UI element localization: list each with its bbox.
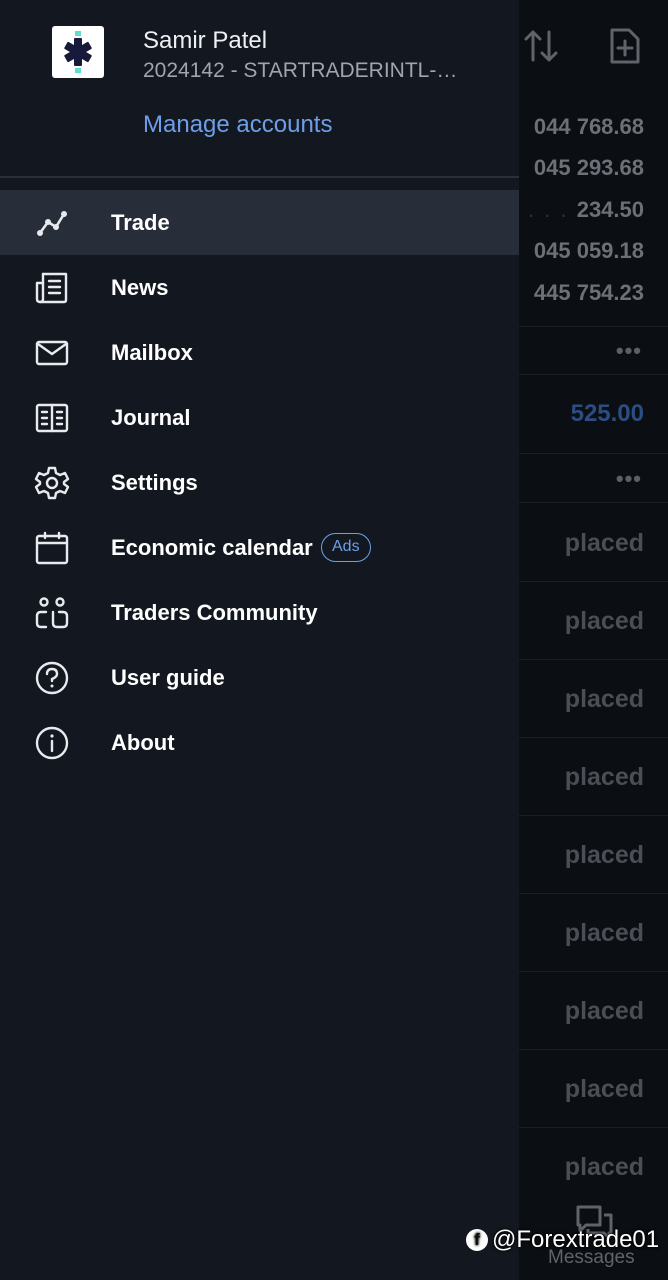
menu-item-user-guide[interactable]: User guide [0,645,519,710]
divider [519,374,668,375]
menu-item-about[interactable]: About [0,710,519,775]
watermark-text: @Forextrade01 [492,1226,660,1253]
menu-item-settings[interactable]: Settings [0,450,519,515]
divider [519,971,668,972]
menu-label-journal: Journal [111,404,191,430]
facebook-icon: f [466,1229,488,1251]
margin-value: . . . . 234.50 [512,197,644,223]
drawer-menu: Trade News Mailbox Journal Settings Econ… [0,190,519,775]
menu-label-news: News [111,274,169,300]
menu-label-economic-calendar: Economic calendar [111,534,313,560]
menu-label-trade: Trade [111,209,170,235]
order-status: placed [564,919,644,947]
divider [519,453,668,454]
order-status: placed [564,685,644,713]
more-icon[interactable]: ••• [616,338,642,364]
menu-label-user-guide: User guide [111,664,225,690]
manage-accounts-link[interactable]: Manage accounts [143,111,332,139]
menu-label-about: About [111,729,175,755]
sort-icon[interactable] [522,26,560,66]
order-status: placed [564,763,644,791]
order-status: placed [564,607,644,635]
menu-item-traders-community[interactable]: Traders Community [0,580,519,645]
divider [519,893,668,894]
chart-line-icon [34,205,70,241]
margin-level-value: 445 754.23 [533,280,644,305]
divider [519,581,668,582]
navigation-drawer: Samir Patel 2024142 - STARTRADERINTL-… M… [0,0,519,1280]
new-order-icon[interactable] [608,26,642,66]
order-status: placed [564,529,644,557]
community-icon [34,595,70,631]
menu-item-news[interactable]: News [0,255,519,320]
free-margin-value: 045 059.18 [533,238,644,263]
margin-amount: 234.50 [576,197,644,222]
news-icon [34,270,70,306]
order-status: placed [564,997,644,1025]
broker-logo [52,26,104,78]
leader-dots: . . . . [511,197,577,222]
divider [519,502,668,503]
more-icon[interactable]: ••• [616,466,642,492]
order-status: placed [564,1153,644,1181]
order-status: placed [564,1075,644,1103]
balance-value: 044 768.68 [533,114,644,139]
position-value: 525.00 [570,400,644,427]
menu-item-trade[interactable]: Trade [0,190,519,255]
divider [519,737,668,738]
account-id: 2024142 - STARTRADERINTL-… [143,59,458,82]
order-status: placed [564,841,644,869]
equity-value: 045 293.68 [533,155,644,180]
menu-item-journal[interactable]: Journal [0,385,519,450]
menu-label-mailbox: Mailbox [111,339,193,365]
menu-item-mailbox[interactable]: Mailbox [0,320,519,385]
help-icon [34,660,70,696]
drawer-divider [0,176,519,178]
menu-label-traders-community: Traders Community [111,599,318,625]
divider [519,326,668,327]
watermark: f @Forextrade01 [466,1226,659,1254]
gear-icon [34,465,70,501]
user-name: Samir Patel [143,27,268,54]
divider [519,815,668,816]
divider [519,659,668,660]
journal-icon [34,400,70,436]
drawer-header: Samir Patel 2024142 - STARTRADERINTL-… M… [0,0,519,177]
menu-item-economic-calendar[interactable]: Economic calendar Ads [0,515,519,580]
mail-icon [34,335,70,371]
divider [519,1127,668,1128]
menu-label-settings: Settings [111,469,198,495]
divider [519,1049,668,1050]
info-icon [34,725,70,761]
ads-badge: Ads [321,533,371,562]
calendar-icon [34,530,70,566]
